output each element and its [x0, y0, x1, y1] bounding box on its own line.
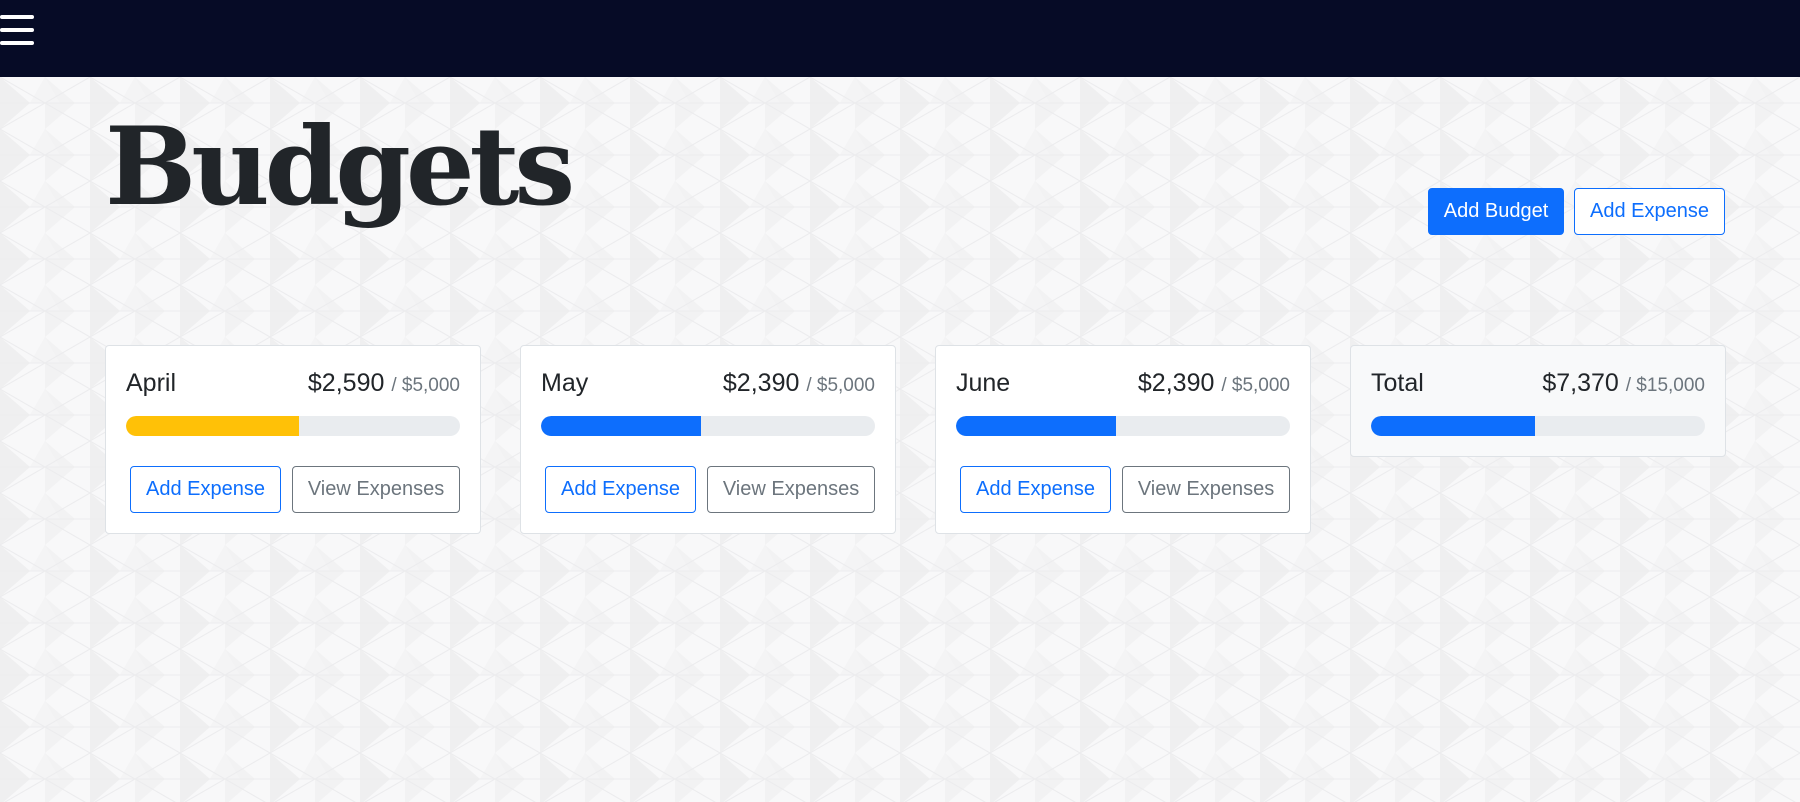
main-content: Budgets Add Budget Add Expense April $2,…	[0, 77, 1800, 802]
add-expense-button[interactable]: Add Expense	[545, 466, 696, 513]
add-expense-button[interactable]: Add Expense	[960, 466, 1111, 513]
total-max: / $15,000	[1625, 375, 1705, 396]
budget-amount: $2,390 / $5,000	[723, 369, 875, 398]
top-navbar	[0, 0, 1800, 77]
budget-spent: $2,390	[1137, 369, 1215, 397]
card-actions: Add Expense View Expenses	[960, 466, 1290, 513]
budget-card-june: June $2,390 / $5,000 Add Expense View Ex…	[935, 345, 1311, 534]
add-expense-button[interactable]: Add Expense	[130, 466, 281, 513]
total-name: Total	[1371, 369, 1424, 397]
budget-card-may: May $2,390 / $5,000 Add Expense View Exp…	[520, 345, 896, 534]
view-expenses-button[interactable]: View Expenses	[292, 466, 460, 513]
budget-name: June	[956, 369, 1011, 397]
budget-progress-bar	[956, 416, 1116, 436]
total-progress	[1371, 416, 1705, 436]
budget-amount: $2,390 / $5,000	[1138, 369, 1290, 398]
view-expenses-button[interactable]: View Expenses	[707, 466, 875, 513]
budget-amount: $2,590 / $5,000	[308, 369, 460, 398]
budget-name: April	[126, 369, 177, 397]
card-actions: Add Expense View Expenses	[545, 466, 875, 513]
budget-progress-bar	[541, 416, 701, 436]
budget-spent: $2,390	[722, 369, 800, 397]
budget-spent: $2,590	[307, 369, 385, 397]
card-actions: Add Expense View Expenses	[130, 466, 460, 513]
hamburger-menu-icon[interactable]	[0, 14, 36, 48]
total-progress-bar	[1371, 416, 1535, 436]
header-actions: Add Budget Add Expense	[1428, 188, 1725, 235]
budget-card-total: Total $7,370 / $15,000	[1350, 345, 1726, 457]
total-amount: $7,370 / $15,000	[1542, 369, 1705, 398]
total-spent: $7,370	[1542, 369, 1619, 397]
budget-progress	[541, 416, 875, 436]
budget-progress-bar	[126, 416, 299, 436]
add-expense-button[interactable]: Add Expense	[1574, 188, 1725, 235]
budget-max: / $5,000	[391, 375, 460, 396]
budget-name: May	[541, 369, 589, 397]
budget-max: / $5,000	[806, 375, 875, 396]
budget-progress	[126, 416, 460, 436]
view-expenses-button[interactable]: View Expenses	[1122, 466, 1290, 513]
add-budget-button[interactable]: Add Budget	[1428, 188, 1564, 235]
budget-max: / $5,000	[1221, 375, 1290, 396]
budget-progress	[956, 416, 1290, 436]
budget-card-april: April $2,590 / $5,000 Add Expense View E…	[105, 345, 481, 534]
page-title: Budgets	[105, 104, 575, 230]
